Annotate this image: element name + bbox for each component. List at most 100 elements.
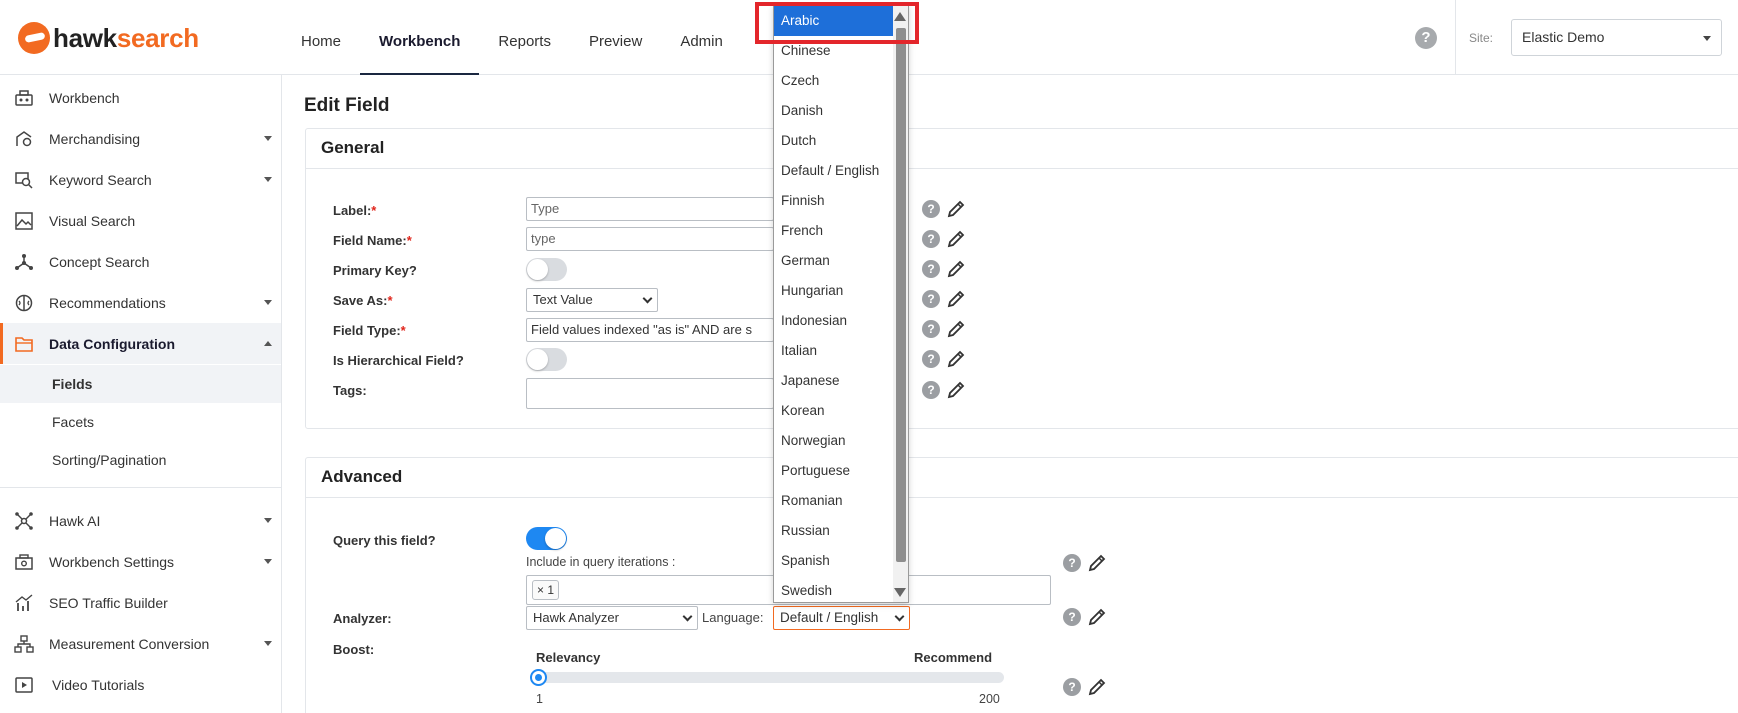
scrollbar-thumb[interactable] <box>896 28 906 562</box>
sidebar-item-visual-search[interactable]: Visual Search <box>0 200 281 241</box>
save-as-select[interactable]: Text Value <box>526 288 658 312</box>
field-type-select[interactable]: Field values indexed "as is" AND are s <box>526 318 774 342</box>
sidebar-label: Workbench Settings <box>49 553 175 570</box>
sidebar-label: Video Tutorials <box>52 676 145 693</box>
language-option[interactable]: Spanish <box>774 546 894 576</box>
caret-up-icon <box>264 341 272 346</box>
query-field-toggle[interactable] <box>526 527 567 550</box>
primary-key-toggle[interactable] <box>526 258 567 281</box>
sidebar-item-video-tutorials[interactable]: Video Tutorials <box>0 664 281 705</box>
language-option[interactable]: Default / English <box>774 156 894 186</box>
sidebar-item-data-configuration[interactable]: Data Configuration <box>0 323 281 364</box>
site-label: Site: <box>1469 31 1494 45</box>
sidebar-subitem-fields[interactable]: Fields <box>0 365 281 403</box>
hierarchical-field-toggle[interactable] <box>526 348 567 371</box>
language-option[interactable]: Swedish <box>774 576 894 602</box>
language-option[interactable]: Danish <box>774 96 894 126</box>
general-panel-title: General <box>306 129 1738 169</box>
sidebar-item-workbench-settings[interactable]: Workbench Settings <box>0 541 281 582</box>
language-option[interactable]: Chinese <box>774 36 894 66</box>
sidebar-subitem-sorting-pagination[interactable]: Sorting/Pagination <box>0 441 281 479</box>
sidebar-item-measurement-conversion[interactable]: Measurement Conversion <box>0 623 281 664</box>
primary-key-label: Primary Key? <box>333 263 417 278</box>
help-icon[interactable]: ? <box>922 320 940 338</box>
scroll-down-arrow-icon[interactable] <box>894 588 906 597</box>
nav-reports[interactable]: Reports <box>479 0 570 75</box>
help-icon[interactable]: ? <box>922 200 940 218</box>
caret-down-icon <box>264 136 272 141</box>
remove-tag-icon[interactable]: × <box>537 583 544 597</box>
sidebar-item-keyword-search[interactable]: Keyword Search <box>0 159 281 200</box>
scroll-up-arrow-icon[interactable] <box>894 12 906 21</box>
nav-admin[interactable]: Admin <box>661 0 742 75</box>
sidebar-divider <box>0 487 281 488</box>
help-icon[interactable]: ? <box>1063 608 1081 626</box>
pencil-edit-icon[interactable] <box>946 259 966 279</box>
logo-text-hawk: hawk <box>53 22 117 53</box>
boost-label: Boost: <box>333 642 375 657</box>
keyword-search-icon <box>14 170 34 190</box>
sidebar-item-hawk-ai[interactable]: Hawk AI <box>0 500 281 541</box>
help-icon[interactable]: ? <box>922 230 940 248</box>
language-option[interactable]: Korean <box>774 396 894 426</box>
boost-slider-track[interactable] <box>531 672 1004 683</box>
help-icon[interactable]: ? <box>1063 554 1081 572</box>
hawksearch-logo[interactable]: hawksearch <box>18 22 199 54</box>
page-title: Edit Field <box>304 95 390 116</box>
dropdown-scrollbar[interactable] <box>893 6 908 602</box>
analyzer-select[interactable]: Hawk Analyzer <box>526 606 698 630</box>
pencil-edit-icon[interactable] <box>946 199 966 219</box>
language-select[interactable]: Default / English <box>773 606 910 630</box>
language-option[interactable]: Norwegian <box>774 426 894 456</box>
label-field-label: Label:* <box>333 203 377 218</box>
video-icon <box>14 675 34 695</box>
language-option[interactable]: Hungarian <box>774 276 894 306</box>
pencil-edit-icon[interactable] <box>946 349 966 369</box>
help-icon[interactable]: ? <box>1063 678 1081 696</box>
pencil-edit-icon[interactable] <box>946 289 966 309</box>
boost-slider-handle[interactable] <box>530 669 547 686</box>
sidebar-subitem-facets[interactable]: Facets <box>0 403 281 441</box>
nav-preview[interactable]: Preview <box>570 0 661 75</box>
field-name-input[interactable]: type <box>526 227 774 251</box>
nav-workbench[interactable]: Workbench <box>360 0 480 75</box>
sidebar-label: Data Configuration <box>49 335 175 352</box>
sidebar-item-seo-traffic-builder[interactable]: SEO Traffic Builder <box>0 582 281 623</box>
sidebar-item-concept-search[interactable]: Concept Search <box>0 241 281 282</box>
workbench-icon <box>14 88 34 108</box>
sidebar-item-recommendations[interactable]: Recommendations <box>0 282 281 323</box>
pencil-edit-icon[interactable] <box>946 229 966 249</box>
help-icon[interactable]: ? <box>922 350 940 368</box>
help-icon[interactable]: ? <box>922 260 940 278</box>
pencil-edit-icon[interactable] <box>946 380 966 400</box>
language-option[interactable]: Russian <box>774 516 894 546</box>
language-option-arabic[interactable]: Arabic <box>774 6 894 36</box>
help-icon[interactable]: ? <box>1415 27 1437 49</box>
language-option[interactable]: Portuguese <box>774 456 894 486</box>
sidebar-item-workbench[interactable]: Workbench <box>0 77 281 118</box>
language-option[interactable]: Finnish <box>774 186 894 216</box>
site-select[interactable]: Elastic Demo <box>1511 19 1722 56</box>
tags-input[interactable] <box>526 378 774 409</box>
nav-home[interactable]: Home <box>282 0 360 75</box>
iteration-tag[interactable]: × 1 <box>532 580 560 600</box>
language-option[interactable]: Dutch <box>774 126 894 156</box>
pencil-edit-icon[interactable] <box>1087 607 1107 627</box>
language-option[interactable]: Japanese <box>774 366 894 396</box>
sidebar-label: Concept Search <box>49 253 150 270</box>
language-option[interactable]: Italian <box>774 336 894 366</box>
help-icon[interactable]: ? <box>922 381 940 399</box>
pencil-edit-icon[interactable] <box>946 319 966 339</box>
language-option[interactable]: Czech <box>774 66 894 96</box>
pencil-edit-icon[interactable] <box>1087 553 1107 573</box>
language-option[interactable]: Indonesian <box>774 306 894 336</box>
language-option[interactable]: French <box>774 216 894 246</box>
advanced-panel-title: Advanced <box>306 458 1738 498</box>
language-option[interactable]: German <box>774 246 894 276</box>
pencil-edit-icon[interactable] <box>1087 677 1107 697</box>
label-input[interactable]: Type <box>526 197 774 221</box>
help-icon[interactable]: ? <box>922 290 940 308</box>
language-option[interactable]: Romanian <box>774 486 894 516</box>
sidebar-item-merchandising[interactable]: Merchandising <box>0 118 281 159</box>
settings-icon <box>14 552 34 572</box>
